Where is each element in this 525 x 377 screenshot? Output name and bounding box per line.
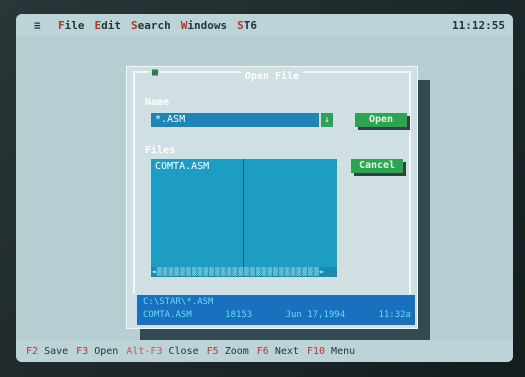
menu-file-hotkey: F [58,18,65,32]
info-file-size: 18153 [225,310,253,320]
open-file-dialog: Open File ■ Name *.ASM ↓ Open Files COMT… [126,66,418,329]
name-input[interactable]: *.ASM [151,113,319,127]
info-file-date: Jun 17,1994 [285,310,346,320]
dialog-title: Open File [135,71,409,82]
menu-file[interactable]: File [58,19,85,32]
screen: ≡ File Edit Search Windows ST6 11:12:55 … [16,14,513,362]
status-open-label: Open [94,345,119,357]
dialog-frame: Open File ■ Name *.ASM ↓ Open Files COMT… [133,67,411,294]
info-file-name: COMTA.ASM [143,310,192,320]
status-zoom[interactable]: F5 Zoom [207,346,249,357]
status-next-key: F6 [256,345,269,357]
cancel-marker: · [338,159,345,170]
status-next[interactable]: F6 Next [257,346,299,357]
status-close-label: Close [168,345,199,357]
info-file-time: 11:32a [378,310,411,320]
status-next-label: Next [274,345,299,357]
menu-file-label: ile [64,18,85,32]
files-label: Files [145,145,175,156]
name-label: Name [145,97,169,108]
dialog-title-text: Open File [240,71,304,82]
status-menu-label: Menu [331,345,356,357]
horizontal-scrollbar[interactable]: ◄▒▒▒▒▒▒▒▒▒▒▒▒▒▒▒▒▒▒▒▒▒▒▒▒▒▒▒▒► [151,267,337,277]
status-zoom-label: Zoom [224,345,249,357]
status-open[interactable]: F3 Open [76,346,118,357]
status-menu[interactable]: F10 Menu [307,346,355,357]
history-dropdown-icon[interactable]: ↓ [321,113,333,127]
menu-edit-label: dit [101,18,121,32]
status-close-key: Alt-F3 [126,345,163,357]
status-zoom-key: F5 [206,345,219,357]
files-label-rest: iles [151,145,176,156]
menu-st6-label: T6 [243,18,257,32]
status-menu-key: F10 [306,345,326,357]
menu-search[interactable]: Search [131,19,171,32]
status-save-key: F2 [26,345,39,357]
status-bar: F2 Save F3 Open Alt-F3 Close F5 Zoom F6 … [16,340,513,362]
name-label-rest: ame [151,97,170,108]
menu-windows-label: indows [187,18,228,32]
clock: 11:12:55 [452,19,505,32]
menu-search-hotkey: S [131,18,138,32]
menu-st6-hotkey: S [237,18,244,32]
system-menu-icon[interactable]: ≡ [34,19,48,32]
status-save-label: Save [44,345,69,357]
list-column-divider [243,159,244,267]
file-info-panel: C:\STAR\*.ASM COMTA.ASM 18153 Jun 17,199… [137,295,415,325]
cancel-button[interactable]: Cancel [351,159,403,173]
close-icon[interactable]: ■ [149,67,161,78]
status-open-key: F3 [76,345,89,357]
list-item[interactable]: COMTA.ASM [155,161,209,172]
menu-search-label: earch [137,18,171,32]
menu-st6[interactable]: ST6 [237,19,257,32]
menu-edit[interactable]: Edit [95,19,122,32]
info-path: C:\STAR\*.ASM [143,297,214,307]
status-save[interactable]: F2 Save [26,346,68,357]
files-list[interactable]: COMTA.ASM ◄▒▒▒▒▒▒▒▒▒▒▒▒▒▒▒▒▒▒▒▒▒▒▒▒▒▒▒▒► [151,159,337,277]
menu-bar: ≡ File Edit Search Windows ST6 11:12:55 [16,14,513,36]
open-button[interactable]: Open [355,113,407,127]
status-close[interactable]: Alt-F3 Close [126,346,198,357]
info-row: COMTA.ASM 18153 Jun 17,1994 11:32a [143,310,411,320]
menu-windows[interactable]: Windows [181,19,227,32]
